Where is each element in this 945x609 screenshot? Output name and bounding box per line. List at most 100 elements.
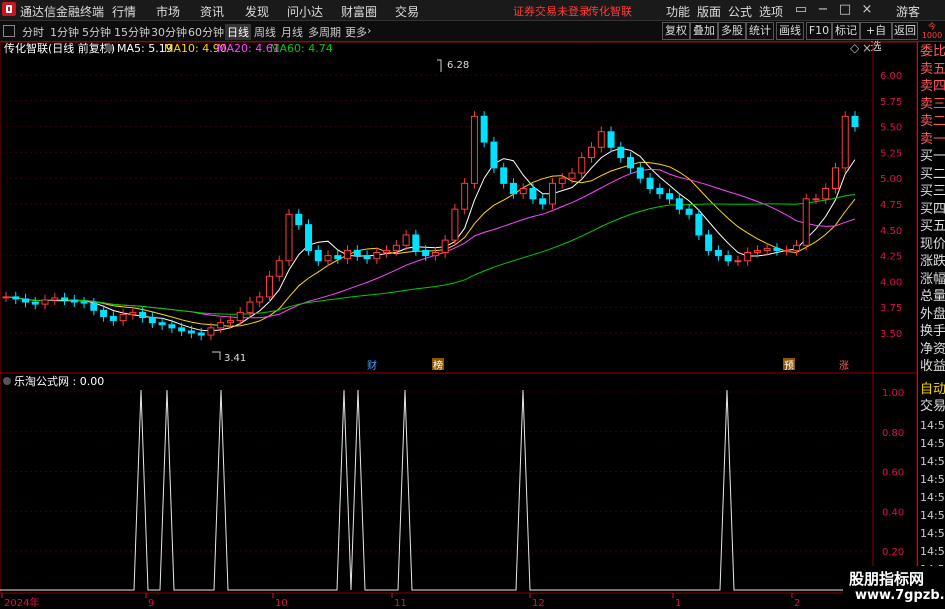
date-tick-label: 10 [275, 598, 288, 609]
btn-duogu[interactable]: 多股 [718, 22, 746, 40]
kline-chart[interactable]: 6.00 5.75 5.50 5.25 5.00 4.75 4.50 4.25 4.00 3.75… [0, 42, 917, 609]
period-weekly[interactable]: 周线 [254, 24, 276, 40]
candle-body [724, 255, 732, 262]
price-tick-label: 4.00 [880, 277, 902, 288]
quote-field-label: 卖二 [920, 114, 945, 129]
candle-body [80, 301, 88, 304]
menu-gongneng[interactable]: 功能 [666, 3, 690, 20]
quote-field-label: 买四 [920, 201, 945, 217]
ma60-legend: MA60: 4.74 [270, 42, 333, 55]
date-tick-label: 11 [394, 598, 407, 609]
price-tick-label: 3.75 [880, 303, 902, 314]
btn-fuquan[interactable]: 复权 [662, 22, 690, 40]
tick-time: 14:56 [920, 419, 945, 432]
quote-field-label: 委比 [920, 44, 945, 59]
candle-body [334, 255, 342, 260]
ma5-line [5, 147, 856, 332]
period-monthly[interactable]: 月线 [281, 24, 303, 40]
period-1min[interactable]: 1分钟 [50, 24, 79, 40]
menu-wenxiaoda[interactable]: 问小达 [287, 3, 323, 20]
tick-time: 14:56 [920, 545, 945, 558]
btn-biaoji[interactable]: 标记 [832, 22, 860, 40]
menu-banmian[interactable]: 版面 [697, 3, 721, 20]
period-30min[interactable]: 30分钟 [151, 24, 187, 40]
candle-body [412, 234, 420, 251]
tick-time: 14:56 [920, 473, 945, 486]
auto-trade-label[interactable]: 自动 [920, 382, 945, 398]
quote-field-label: 收益 [920, 359, 945, 374]
btn-add-watchlist[interactable]: +自选 [860, 22, 892, 53]
sub-tick-label: 1.00 [882, 388, 904, 399]
tick-time: 14:56 [920, 491, 945, 504]
period-daily[interactable]: 日线 [225, 24, 251, 40]
candle-body [675, 198, 683, 210]
candle-body [12, 296, 20, 300]
candle-body [597, 131, 605, 148]
minimize-icon[interactable]: − [812, 1, 834, 19]
period-5min[interactable]: 5分钟 [82, 24, 111, 40]
candle-body [831, 167, 839, 190]
candle-body [783, 249, 791, 252]
candle-body [851, 115, 859, 128]
title-menu-bar: 通达信金融终端 行情 市场 资讯 发现 问小达 财富圈 交易 证券交易未登录 传… [0, 0, 945, 21]
candle-body [627, 157, 635, 169]
event-marker-yu[interactable]: 预 [783, 358, 795, 372]
period-60min[interactable]: 60分钟 [188, 24, 224, 40]
menu-gongshi[interactable]: 公式 [728, 3, 752, 20]
btn-huaxian[interactable]: 画线 [776, 22, 804, 40]
rank-icon[interactable]: 今 1000 [921, 22, 943, 40]
menu-zixun[interactable]: 资讯 [200, 3, 224, 20]
btn-f10[interactable]: F10 [806, 22, 832, 40]
chevron-right-icon[interactable]: › [367, 24, 371, 37]
candle-body [802, 198, 810, 246]
btn-tongji[interactable]: 统计 [746, 22, 774, 40]
close-panel-icon[interactable]: × [862, 42, 872, 55]
candle-body [139, 311, 147, 319]
event-marker-cai[interactable]: 财 [366, 358, 378, 372]
main-panel-border [0, 42, 917, 374]
btn-fanhui[interactable]: 返回 [892, 22, 918, 40]
menu-shichang[interactable]: 市场 [156, 3, 180, 20]
sub-legend-toggle-icon[interactable] [3, 377, 11, 385]
login-warning[interactable]: 证券交易未登录 [513, 3, 590, 19]
svg-text:财: 财 [367, 359, 377, 372]
date-tick-label: 9 [148, 598, 154, 609]
menu-faxian[interactable]: 发现 [245, 3, 269, 20]
date-tick-label: 2024年 [4, 596, 39, 609]
quote-field-label: 净资 [920, 341, 945, 357]
menu-jiaoyi[interactable]: 交易 [395, 3, 419, 20]
legend-toggle-icon[interactable] [105, 44, 113, 52]
guest-label[interactable]: 游客 [896, 3, 920, 20]
event-marker-zhang[interactable]: 涨 [838, 358, 850, 372]
period-more[interactable]: 更多 [345, 24, 367, 40]
event-marker-bang[interactable]: 榜 [432, 358, 444, 372]
watermark-url: www.7gpzb.com [855, 588, 945, 603]
period-fenshi[interactable]: 分时 [22, 24, 44, 40]
layout-icon[interactable] [3, 25, 15, 37]
candle-body [158, 322, 166, 326]
candle-body [70, 299, 78, 303]
candle-body [187, 330, 195, 334]
ma10-line [5, 161, 856, 327]
candle-body [714, 249, 722, 257]
btn-diejia[interactable]: 叠加 [690, 22, 718, 40]
candle-body [109, 315, 117, 322]
candle-body [148, 317, 156, 324]
menu-caifuquan[interactable]: 财富圈 [341, 3, 377, 20]
auto-trade-label[interactable]: 交易 [920, 399, 945, 415]
candle-body [383, 249, 391, 254]
menu-xuanxiang[interactable]: 选项 [759, 3, 783, 20]
close-icon[interactable]: × [856, 1, 878, 19]
settings-diamond-icon[interactable]: ◇ [850, 42, 860, 55]
candle-body [812, 198, 820, 201]
period-multi[interactable]: 多周期 [308, 24, 341, 40]
app-logo-icon [2, 2, 16, 16]
period-15min[interactable]: 15分钟 [114, 24, 150, 40]
skin-icon[interactable]: ▭ [790, 1, 812, 19]
quote-field-label: 卖一 [920, 131, 945, 147]
maximize-icon[interactable]: □ [834, 1, 856, 19]
menu-hangqing[interactable]: 行情 [112, 3, 136, 20]
candle-body [392, 244, 400, 251]
candle-body [763, 247, 771, 251]
candle-body [568, 172, 576, 179]
